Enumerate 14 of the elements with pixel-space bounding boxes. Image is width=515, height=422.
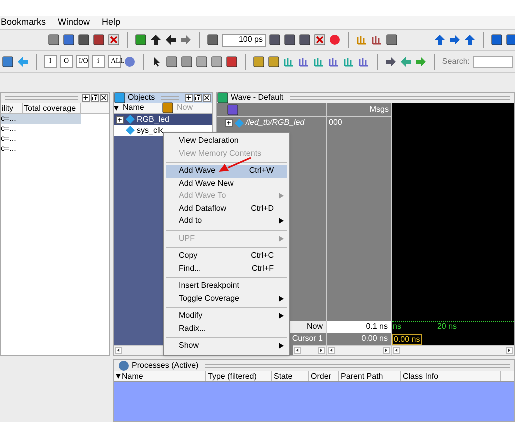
now-label: Now	[306, 321, 323, 333]
cursor-label: Cursor 1	[292, 333, 323, 345]
cursor-value: 0.00 ns	[360, 333, 389, 345]
time-tick: 20 ns	[437, 321, 458, 333]
msgs-header: Msgs	[327, 103, 391, 117]
object-name: RGB_led	[137, 114, 170, 126]
object-name: sys_clk	[137, 124, 164, 136]
panel-title: Wave - Default	[231, 92, 284, 104]
time-tick: ns	[393, 321, 402, 333]
signal-value: 000	[328, 117, 344, 129]
panel-title: Objects	[128, 92, 156, 104]
search-label: Search:	[442, 56, 470, 68]
now-value: 0.1 ns	[327, 321, 391, 333]
panel-title: Processes (Active)	[132, 360, 199, 372]
